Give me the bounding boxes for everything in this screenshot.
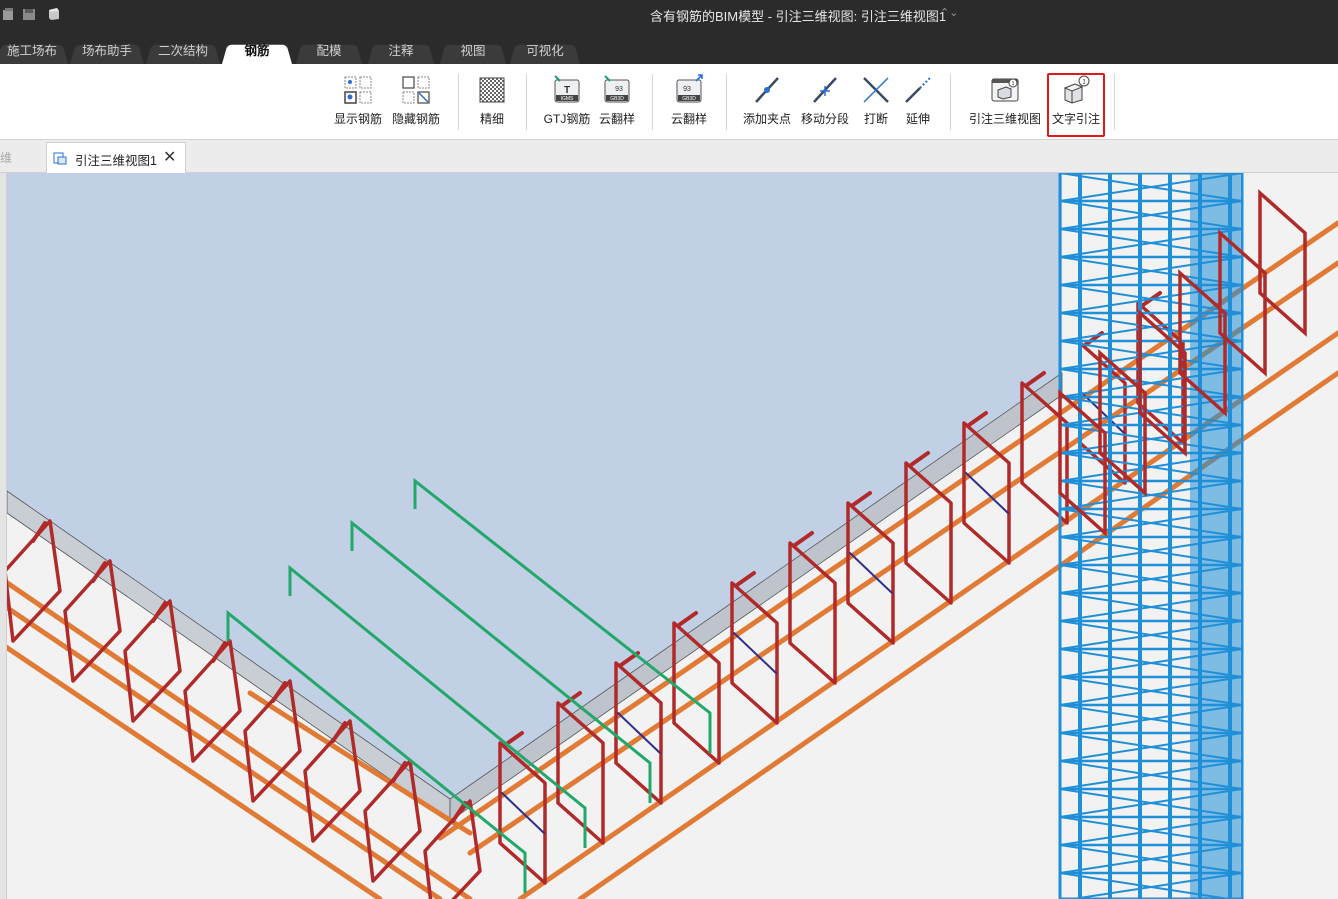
ribbon-separator (726, 74, 727, 130)
annotation-3d-view-icon: 1 (991, 78, 1019, 102)
cube-icon[interactable] (46, 7, 60, 21)
show-rebar-icon (344, 76, 372, 104)
hide-rebar-button[interactable]: 隐藏钢筋 (390, 74, 442, 127)
break-icon (863, 77, 889, 103)
window-title: 含有钢筋的BIM模型 - 引注三维视图: 引注三维视图1 (650, 9, 947, 24)
extend-button[interactable]: 延伸 (900, 74, 936, 127)
rebar-3d-model[interactable] (0, 173, 1338, 899)
gtj-rebar-label: GTJ钢筋 (543, 112, 591, 126)
hide-rebar-label: 隐藏钢筋 (391, 112, 440, 126)
ribbon-separator (458, 74, 459, 130)
document-tab-previous[interactable]: 维 (0, 149, 12, 166)
tab-secondary-structure[interactable]: 二次结构 (156, 40, 210, 64)
svg-text:93: 93 (615, 86, 623, 93)
fine-detail-button[interactable]: 精细 (472, 74, 512, 127)
tab-rebar[interactable]: 钢筋 (232, 40, 282, 64)
move-segment-icon (813, 77, 837, 103)
title-bar: 含有钢筋的BIM模型 - 引注三维视图: 引注三维视图1 ⌃⌄ (0, 0, 1338, 36)
ribbon-separator (950, 74, 951, 130)
gtj-rebar-icon: T IGMS (554, 75, 580, 103)
3d-view-icon (53, 152, 67, 165)
extend-icon (905, 77, 931, 103)
break-button[interactable]: 打断 (858, 74, 894, 127)
svg-text:1: 1 (1012, 81, 1015, 87)
svg-text:T: T (564, 85, 570, 96)
tab-layout-assistant[interactable]: 场布助手 (80, 40, 134, 64)
document-tab-active[interactable]: 引注三维视图1 ✕ (46, 142, 186, 173)
show-rebar-label: 显示钢筋 (333, 112, 382, 126)
cloud-sample-export-button[interactable]: 93 GB3D 云翻样 (668, 74, 710, 127)
tab-visualization[interactable]: 可视化 (520, 40, 570, 64)
move-segment-button[interactable]: 移动分段 (798, 74, 852, 127)
show-rebar-button[interactable]: 显示钢筋 (332, 74, 384, 127)
cloud-sample-export-label: 云翻样 (670, 112, 707, 126)
app-window: 含有钢筋的BIM模型 - 引注三维视图: 引注三维视图1 ⌃⌄ 施工场布 场布助… (0, 0, 1338, 899)
cloud-sample-icon: 93 GB3D (604, 75, 630, 103)
tab-site-layout[interactable]: 施工场布 (6, 40, 58, 64)
svg-text:GB3D: GB3D (610, 96, 624, 102)
add-grip-icon (755, 77, 779, 103)
title-dropdown-icon[interactable]: ⌃⌄ (940, 6, 958, 19)
file-icon[interactable] (2, 7, 16, 21)
annotation-3d-view-button[interactable]: 1 引注三维视图 (966, 74, 1044, 127)
ribbon-separator (652, 74, 653, 130)
add-grip-button[interactable]: 添加夹点 (740, 74, 794, 127)
extend-label: 延伸 (905, 112, 930, 126)
highlight-box (1047, 73, 1105, 137)
add-grip-label: 添加夹点 (742, 112, 791, 126)
svg-text:GB3D: GB3D (682, 96, 696, 102)
close-icon[interactable]: ✕ (163, 147, 176, 167)
svg-text:93: 93 (683, 86, 691, 93)
tab-formwork[interactable]: 配模 (306, 40, 352, 64)
ribbon-separator (1114, 74, 1115, 130)
move-segment-label: 移动分段 (800, 112, 849, 126)
break-label: 打断 (863, 112, 888, 126)
ribbon-panel: 显示钢筋 隐藏钢筋 精细 T IGMS GTJ钢筋 93 GB3D 云翻样 93… (0, 64, 1338, 140)
cloud-sample-export-icon: 93 GB3D (676, 74, 703, 103)
ribbon-separator (526, 74, 527, 130)
ribbon-tab-bar: 施工场布 场布助手 二次结构 钢筋 配模 注释 视图 可视化 (0, 36, 1338, 64)
svg-text:IGMS: IGMS (561, 96, 574, 102)
gtj-rebar-button[interactable]: T IGMS GTJ钢筋 (542, 74, 592, 127)
3d-viewport[interactable] (0, 173, 1338, 899)
annotation-3d-view-label: 引注三维视图 (968, 112, 1041, 126)
cloud-sample-button[interactable]: 93 GB3D 云翻样 (596, 74, 638, 127)
fine-detail-icon (479, 77, 505, 103)
tab-annotation[interactable]: 注释 (378, 40, 424, 64)
viewport-left-edge (0, 173, 7, 899)
document-tab-label: 引注三维视图1 (75, 154, 157, 168)
cloud-sample-label: 云翻样 (598, 112, 635, 126)
tab-view[interactable]: 视图 (450, 40, 496, 64)
save-icon[interactable] (22, 7, 36, 21)
document-tab-bar: 维 引注三维视图1 ✕ (0, 140, 1338, 173)
fine-detail-label: 精细 (479, 112, 504, 126)
hide-rebar-icon (402, 76, 430, 104)
